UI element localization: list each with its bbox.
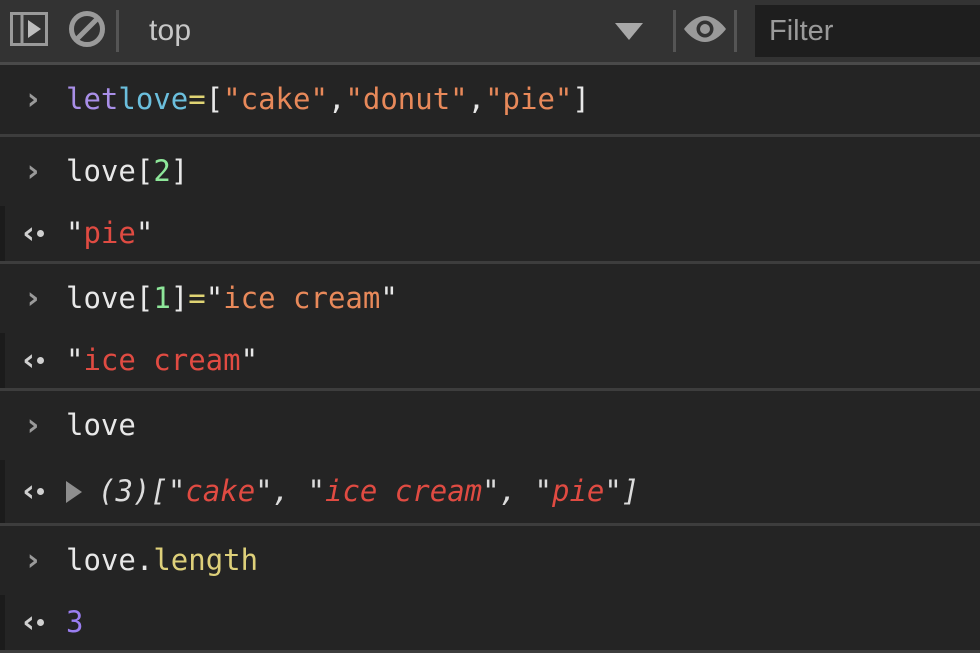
token-quote: " (240, 343, 259, 377)
output-marker: ‹ (0, 345, 66, 376)
input-marker: › (26, 407, 40, 443)
console-sidebar-toggle-button[interactable] (0, 0, 58, 64)
console-sidebar-icon (9, 9, 49, 54)
token-keyword: let (66, 82, 119, 116)
token-comma: , (467, 82, 486, 116)
output-edge-marker (0, 206, 5, 261)
console-toolbar: top Filter (0, 0, 980, 65)
output-marker: ‹ (0, 218, 66, 249)
token-string: "donut" (345, 82, 468, 116)
token-bracket: ] (170, 154, 189, 188)
token-bracket: [" (150, 474, 186, 508)
console-group-5: › love . length ‹ 3 (0, 526, 980, 653)
token-quote: " (135, 216, 154, 250)
token-string-value: ice cream (325, 474, 483, 508)
token-comma: ", " (482, 474, 552, 508)
console-output-3[interactable]: ‹ " ice cream " (0, 333, 980, 388)
token-operator: = (188, 281, 206, 315)
live-expression-button[interactable] (676, 0, 734, 64)
token-bracket: [ (135, 281, 154, 315)
console-group-2: › love [ 2 ] ‹ " pie " (0, 137, 980, 264)
console-message-list[interactable]: › let love = [ "cake" , "donut" , "pie" … (0, 65, 980, 653)
console-input-5-text: love . length (66, 546, 258, 575)
token-property: length (153, 543, 259, 577)
console-output-2-text: " pie " (66, 219, 153, 248)
token-array-length: (3) (98, 474, 151, 508)
token-string: ice cream (223, 281, 381, 315)
console-output-5-text: 3 (66, 608, 83, 637)
token-string-value: ice cream (83, 343, 241, 377)
console-group-4: › love ‹ (3) [" cake ", " ice cream ", "… (0, 391, 980, 526)
console-output-2[interactable]: ‹ " pie " (0, 206, 980, 261)
token-variable: love (118, 82, 189, 116)
token-identifier: love (66, 543, 136, 577)
token-string-value: cake (185, 474, 256, 508)
console-input-2[interactable]: › love [ 2 ] (0, 137, 980, 206)
token-bracket: "] (604, 474, 640, 508)
console-input-4[interactable]: › love (0, 391, 980, 460)
console-group-3: › love [ 1 ] = " ice cream " ‹ " ice cre… (0, 264, 980, 391)
token-bracket: [ (135, 154, 154, 188)
console-output-4[interactable]: ‹ (3) [" cake ", " ice cream ", " pie "] (0, 460, 980, 523)
token-comma: ", " (255, 474, 325, 508)
token-string-value: pie (83, 216, 136, 250)
token-string-value: pie (551, 474, 605, 508)
token-quote: " (66, 343, 84, 377)
execution-context-selector[interactable]: top (119, 0, 673, 64)
input-marker: › (26, 153, 40, 189)
console-output-5[interactable]: ‹ 3 (0, 595, 980, 650)
toolbar-divider-3 (734, 10, 737, 52)
token-number-value: 3 (66, 605, 84, 639)
output-edge-marker (0, 595, 5, 650)
console-group-1: › let love = [ "cake" , "donut" , "pie" … (0, 65, 980, 137)
disclosure-triangle-icon[interactable] (66, 480, 82, 503)
output-marker: ‹ (0, 476, 66, 507)
execution-context-label: top (149, 14, 192, 47)
token-string: "cake" (223, 82, 328, 116)
token-identifier: love (66, 408, 136, 442)
clear-console-icon (65, 7, 109, 56)
console-input-4-text: love (66, 411, 136, 440)
console-input-3-text: love [ 1 ] = " ice cream " (66, 284, 398, 313)
console-output-3-text: " ice cream " (66, 346, 258, 375)
token-number: 2 (153, 154, 171, 188)
token-bracket: ] (572, 82, 590, 116)
console-input-1[interactable]: › let love = [ "cake" , "donut" , "pie" … (0, 65, 980, 134)
console-output-4-text: (3) [" cake ", " ice cream ", " pie "] (98, 477, 639, 506)
token-bracket: ] (170, 281, 189, 315)
filter-input[interactable]: Filter (755, 5, 980, 57)
console-input-1-text: let love = [ "cake" , "donut" , "pie" ] (66, 85, 590, 114)
token-number: 1 (153, 281, 171, 315)
token-identifier: love (66, 154, 136, 188)
input-marker: › (26, 81, 40, 117)
output-edge-marker (0, 333, 5, 388)
token-identifier: love (66, 281, 136, 315)
console-input-3[interactable]: › love [ 1 ] = " ice cream " (0, 264, 980, 333)
output-edge-marker (0, 460, 5, 523)
chevron-down-icon (615, 22, 643, 40)
input-marker: › (26, 280, 40, 316)
token-quote: " (205, 281, 224, 315)
token-string: "pie" (485, 82, 573, 116)
token-bracket: [ (205, 82, 224, 116)
eye-icon (681, 12, 729, 51)
token-operator: = (188, 82, 206, 116)
console-input-5[interactable]: › love . length (0, 526, 980, 595)
filter-placeholder: Filter (769, 14, 834, 47)
clear-console-button[interactable] (58, 0, 116, 64)
token-dot: . (135, 543, 154, 577)
token-quote: " (66, 216, 84, 250)
console-input-2-text: love [ 2 ] (66, 157, 188, 186)
input-marker: › (26, 542, 40, 578)
token-comma: , (327, 82, 346, 116)
output-marker: ‹ (0, 607, 66, 638)
token-quote: " (380, 281, 398, 315)
